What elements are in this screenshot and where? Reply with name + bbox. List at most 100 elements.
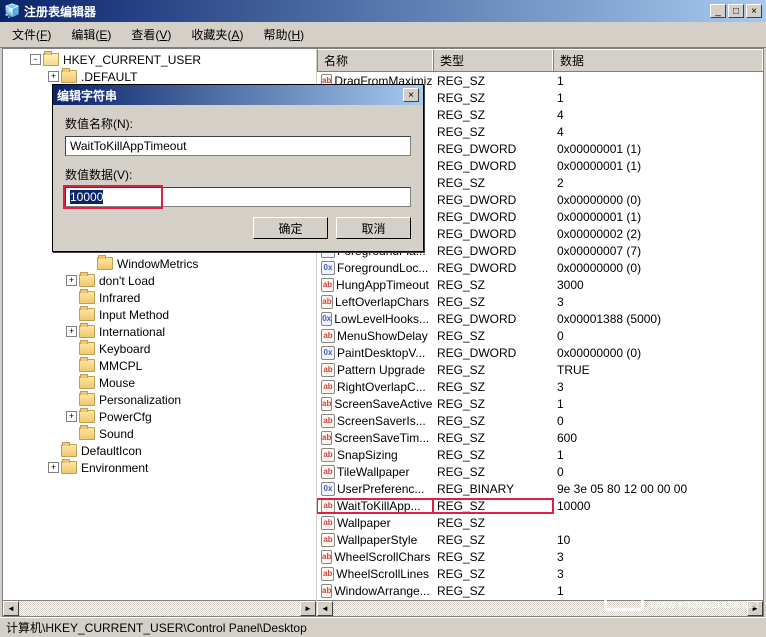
- tree-node[interactable]: + International: [5, 323, 314, 340]
- col-name-header[interactable]: 名称: [317, 49, 433, 71]
- value-data: 0x00000000 (0): [553, 193, 763, 207]
- string-value-icon: ab: [321, 329, 335, 343]
- dialog-close-button[interactable]: ×: [403, 88, 419, 102]
- tree-node[interactable]: DefaultIcon: [5, 442, 314, 459]
- values-scrollbar[interactable]: ◄ ►: [317, 600, 763, 616]
- folder-icon: [97, 257, 113, 270]
- list-row[interactable]: abLeftOverlapCharsREG_SZ3: [317, 293, 763, 310]
- scroll-right-icon[interactable]: ►: [747, 601, 763, 616]
- list-row[interactable]: abTileWallpaperREG_SZ0: [317, 463, 763, 480]
- tree-label[interactable]: Mouse: [97, 376, 137, 390]
- tree-node[interactable]: Infrared: [5, 289, 314, 306]
- folder-icon: [79, 359, 95, 372]
- value-data-input[interactable]: 10000: [65, 187, 411, 207]
- tree-label[interactable]: don't Load: [97, 274, 157, 288]
- tree-label[interactable]: Personalization: [97, 393, 183, 407]
- tree-node[interactable]: + .DEFAULT: [5, 68, 314, 85]
- tree-label[interactable]: Keyboard: [97, 342, 152, 356]
- list-row[interactable]: abPattern UpgradeREG_SZTRUE: [317, 361, 763, 378]
- menu-file[interactable]: 文件(F): [4, 24, 59, 45]
- string-value-icon: ab: [321, 431, 332, 445]
- tree-node[interactable]: Personalization: [5, 391, 314, 408]
- list-row[interactable]: abWallpaperStyleREG_SZ10: [317, 531, 763, 548]
- list-row[interactable]: abWheelScrollLinesREG_SZ3: [317, 565, 763, 582]
- tree-toggle-icon[interactable]: +: [66, 326, 77, 337]
- menu-edit[interactable]: 编辑(E): [63, 24, 119, 45]
- menu-help[interactable]: 帮助(H): [255, 24, 312, 45]
- tree-toggle-icon[interactable]: +: [66, 275, 77, 286]
- dialog-titlebar[interactable]: 编辑字符串 ×: [53, 85, 423, 105]
- tree-node[interactable]: - HKEY_CURRENT_USER: [5, 51, 314, 68]
- list-row[interactable]: 0xUserPreferenc...REG_BINARY9e 3e 05 80 …: [317, 480, 763, 497]
- scroll-right-icon[interactable]: ►: [300, 601, 316, 616]
- tree-node[interactable]: Input Method: [5, 306, 314, 323]
- folder-icon: [79, 274, 95, 287]
- tree-label[interactable]: PowerCfg: [97, 410, 154, 424]
- menu-view[interactable]: 查看(V): [123, 24, 179, 45]
- tree-toggle-icon[interactable]: -: [30, 54, 41, 65]
- col-type-header[interactable]: 类型: [433, 49, 553, 71]
- list-row[interactable]: abScreenSaveTim...REG_SZ600: [317, 429, 763, 446]
- list-row[interactable]: abSnapSizingREG_SZ1: [317, 446, 763, 463]
- list-row[interactable]: abScreenSaverIs...REG_SZ0: [317, 412, 763, 429]
- tree-label[interactable]: Sound: [97, 427, 136, 441]
- list-row[interactable]: 0xPaintDesktopV...REG_DWORD0x00000000 (0…: [317, 344, 763, 361]
- value-type: REG_SZ: [433, 125, 553, 139]
- close-button[interactable]: ×: [746, 4, 762, 18]
- ok-button[interactable]: 确定: [253, 217, 328, 239]
- tree-toggle-icon[interactable]: +: [48, 71, 59, 82]
- list-row[interactable]: 0xForegroundLoc...REG_DWORD0x00000000 (0…: [317, 259, 763, 276]
- tree-node[interactable]: + Environment: [5, 459, 314, 476]
- tree-node[interactable]: + PowerCfg: [5, 408, 314, 425]
- list-row[interactable]: abWheelScrollCharsREG_SZ3: [317, 548, 763, 565]
- scroll-left-icon[interactable]: ◄: [317, 601, 333, 616]
- maximize-button[interactable]: □: [728, 4, 744, 18]
- tree-label[interactable]: .DEFAULT: [79, 70, 139, 84]
- tree-node[interactable]: Sound: [5, 425, 314, 442]
- tree-label[interactable]: Input Method: [97, 308, 171, 322]
- scroll-left-icon[interactable]: ◄: [3, 601, 19, 616]
- list-row[interactable]: abWindowArrange...REG_SZ1: [317, 582, 763, 599]
- tree-toggle-icon[interactable]: +: [48, 462, 59, 473]
- minimize-button[interactable]: _: [710, 4, 726, 18]
- tree-label[interactable]: International: [97, 325, 167, 339]
- folder-icon: [79, 376, 95, 389]
- tree-label[interactable]: WindowMetrics: [115, 257, 200, 271]
- tree-node[interactable]: Keyboard: [5, 340, 314, 357]
- string-value-icon: ab: [321, 550, 332, 564]
- string-value-icon: ab: [321, 380, 335, 394]
- list-row[interactable]: 0xLowLevelHooks...REG_DWORD0x00001388 (5…: [317, 310, 763, 327]
- value-type: REG_BINARY: [433, 482, 553, 496]
- value-type: REG_DWORD: [433, 193, 553, 207]
- value-data: 1: [553, 448, 763, 462]
- tree-node[interactable]: Mouse: [5, 374, 314, 391]
- string-value-icon: ab: [321, 465, 335, 479]
- tree-label[interactable]: MMCPL: [97, 359, 144, 373]
- list-row[interactable]: abWaitToKillApp...REG_SZ10000: [317, 497, 763, 514]
- tree-node[interactable]: WindowMetrics: [5, 255, 314, 272]
- value-name: WindowArrange...: [334, 584, 429, 598]
- cancel-button[interactable]: 取消: [336, 217, 411, 239]
- tree-toggle-icon[interactable]: +: [66, 411, 77, 422]
- tree-node[interactable]: MMCPL: [5, 357, 314, 374]
- tree-label[interactable]: DefaultIcon: [79, 444, 144, 458]
- list-row[interactable]: abMenuShowDelayREG_SZ0: [317, 327, 763, 344]
- value-data: 0: [553, 414, 763, 428]
- tree-label[interactable]: Infrared: [97, 291, 142, 305]
- tree-node[interactable]: + don't Load: [5, 272, 314, 289]
- col-data-header[interactable]: 数据: [553, 49, 763, 71]
- list-row[interactable]: abHungAppTimeoutREG_SZ3000: [317, 276, 763, 293]
- tree-label[interactable]: Environment: [79, 461, 150, 475]
- menu-favorites[interactable]: 收藏夹(A): [183, 24, 251, 45]
- list-row[interactable]: abScreenSaveActiveREG_SZ1: [317, 395, 763, 412]
- dword-value-icon: 0x: [321, 312, 332, 326]
- list-row[interactable]: abRightOverlapC...REG_SZ3: [317, 378, 763, 395]
- list-row[interactable]: abWallpaperREG_SZ: [317, 514, 763, 531]
- dword-value-icon: 0x: [321, 261, 335, 275]
- value-name-input[interactable]: WaitToKillAppTimeout: [65, 136, 411, 156]
- value-type: REG_SZ: [433, 465, 553, 479]
- value-data: 3000: [553, 278, 763, 292]
- value-type: REG_SZ: [433, 567, 553, 581]
- tree-scrollbar[interactable]: ◄ ►: [3, 600, 316, 616]
- tree-label[interactable]: HKEY_CURRENT_USER: [61, 53, 203, 67]
